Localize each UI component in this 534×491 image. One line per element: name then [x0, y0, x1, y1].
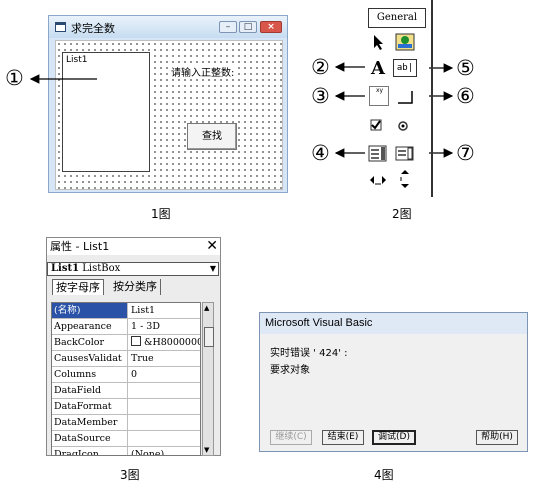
toolbox-tab-general[interactable]: General	[368, 8, 426, 28]
label-tool-icon[interactable]: A	[367, 59, 389, 79]
marker-3: ③	[311, 84, 330, 108]
frame-tool-icon[interactable]: xy	[369, 86, 389, 106]
scroll-down-icon[interactable]: ▼	[204, 446, 209, 454]
figure-sheet: 求完全数 – □ × List1 请输入正整数: 查找 ① 1图 General…	[0, 0, 534, 491]
property-name: DataSource	[52, 431, 128, 446]
listbox-tool-icon[interactable]	[394, 143, 416, 163]
property-value[interactable]	[129, 399, 200, 414]
end-button[interactable]: 结束(E)	[322, 430, 364, 445]
tab-alphabetic[interactable]: 按字母序	[52, 279, 104, 295]
error-message-text: 要求对象	[270, 365, 310, 376]
property-name: Appearance	[52, 319, 128, 334]
property-name: (名称)	[52, 303, 128, 318]
optionbutton-tool-icon[interactable]	[394, 116, 416, 136]
property-row[interactable]: CausesValidat True	[52, 351, 200, 367]
properties-title: 属性 - List1	[50, 240, 110, 253]
properties-titlebar[interactable]: 属性 - List1 ✕	[47, 238, 220, 255]
property-row[interactable]: DragIcon (None)	[52, 447, 200, 455]
vscrollbar-tool-icon[interactable]	[394, 168, 416, 188]
property-row[interactable]: Appearance 1 - 3D	[52, 319, 200, 335]
property-name: CausesValidat	[52, 351, 128, 366]
caption-2: 2图	[392, 207, 412, 221]
dialog-titlebar[interactable]: Microsoft Visual Basic	[260, 313, 527, 334]
marker-2: ②	[311, 55, 330, 79]
property-scrollbar[interactable]: ▲ ▼	[202, 302, 214, 456]
property-value[interactable]: 0	[129, 367, 200, 382]
tab-categorized[interactable]: 按分类序	[110, 279, 161, 295]
combobox-tool-icon[interactable]	[367, 143, 389, 163]
error-dialog: Microsoft Visual Basic 实时错误 ' 424' : 要求对…	[259, 312, 528, 452]
property-value-text: &H8000000	[144, 337, 201, 348]
property-value[interactable]	[129, 383, 200, 398]
object-type: ListBox	[82, 263, 121, 274]
property-value[interactable]	[129, 415, 200, 430]
marker-5: ⑤	[456, 56, 475, 80]
property-value[interactable]: List1	[129, 303, 200, 318]
property-row[interactable]: (名称) List1	[52, 303, 200, 319]
property-row[interactable]: BackColor &H8000000	[52, 335, 200, 351]
property-value[interactable]: (None)	[129, 447, 200, 455]
chevron-down-icon[interactable]: ▼	[210, 263, 216, 275]
marker-4: ④	[311, 141, 330, 165]
continue-button[interactable]: 继续(C)	[270, 430, 312, 445]
caption-4: 4图	[374, 468, 394, 482]
commandbutton-tool-icon[interactable]	[394, 88, 416, 108]
debug-button[interactable]: 调试(D)	[372, 430, 416, 445]
property-value[interactable]	[129, 431, 200, 446]
property-name: DataMember	[52, 415, 128, 430]
hscrollbar-tool-icon[interactable]	[367, 170, 389, 190]
property-value[interactable]: 1 - 3D	[129, 319, 200, 334]
property-value[interactable]: True	[129, 351, 200, 366]
object-name: List1	[51, 263, 80, 274]
property-name: Columns	[52, 367, 128, 382]
close-icon[interactable]: ✕	[206, 238, 218, 255]
checkbox-tool-icon[interactable]	[367, 116, 389, 136]
property-name: DataField	[52, 383, 128, 398]
scroll-up-icon[interactable]: ▲	[204, 304, 209, 312]
property-name: DragIcon	[52, 447, 128, 455]
toolbox-divider	[431, 0, 433, 197]
help-button[interactable]: 帮助(H)	[476, 430, 518, 445]
scroll-thumb[interactable]	[204, 327, 214, 347]
property-row[interactable]: DataMember	[52, 415, 200, 431]
property-grid: (名称) List1 Appearance 1 - 3D BackColor &H8000…	[51, 302, 201, 456]
caption-1: 1图	[151, 207, 171, 221]
error-code-text: 实时错误 ' 424' :	[270, 348, 348, 359]
property-row[interactable]: DataFormat	[52, 399, 200, 415]
property-row[interactable]: Columns 0	[52, 367, 200, 383]
marker-7: ⑦	[456, 141, 475, 165]
property-name: BackColor	[52, 335, 128, 350]
marker-6: ⑥	[456, 84, 475, 108]
caption-3: 3图	[120, 468, 140, 482]
toolbox: General A ab| xy	[365, 0, 433, 197]
property-value[interactable]: &H8000000	[129, 335, 201, 350]
picturebox-icon[interactable]	[394, 32, 416, 52]
textbox-tool-icon[interactable]: ab|	[393, 59, 417, 77]
property-row[interactable]: DataSource	[52, 431, 200, 447]
object-selector[interactable]: List1 ListBox ▼	[47, 262, 219, 276]
property-row[interactable]: DataField	[52, 383, 200, 399]
pointer-icon[interactable]	[367, 32, 389, 52]
dialog-title: Microsoft Visual Basic	[265, 317, 373, 329]
property-name: DataFormat	[52, 399, 128, 414]
properties-window: 属性 - List1 ✕ List1 ListBox ▼ 按字母序 按分类序 (…	[46, 237, 221, 456]
color-swatch	[131, 336, 141, 346]
